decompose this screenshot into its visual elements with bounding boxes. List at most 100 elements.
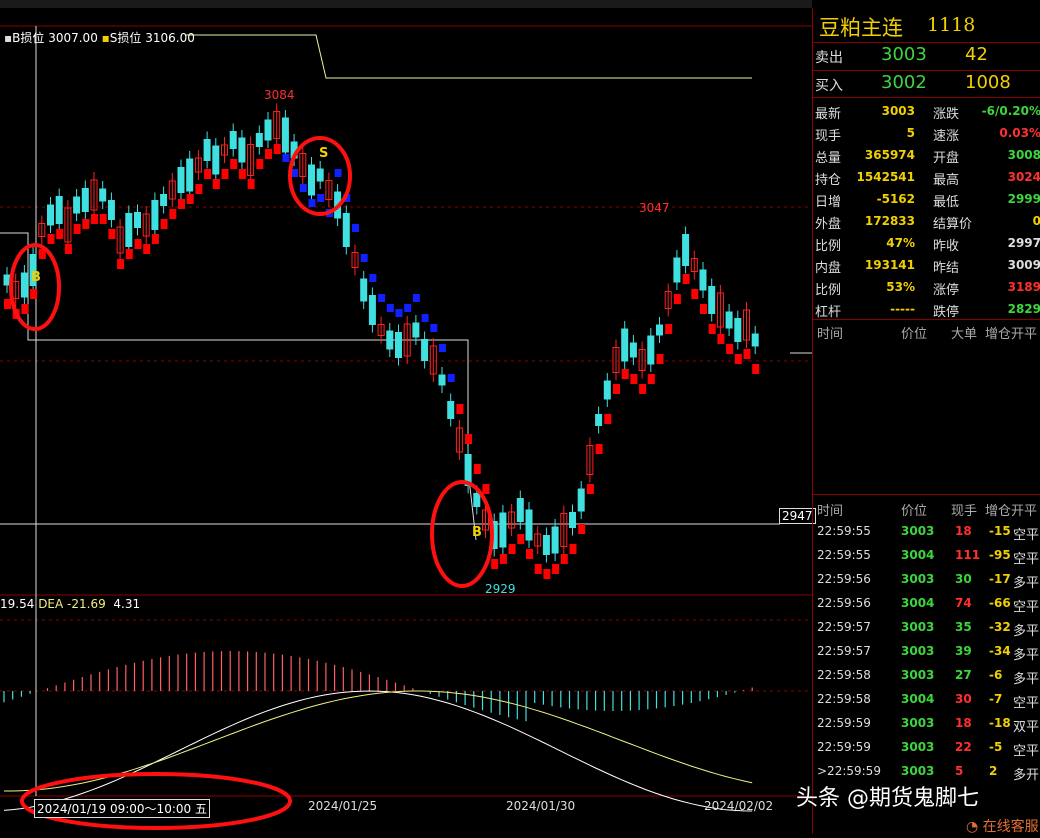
tick-row[interactable]: 22:59:55 3004 111 -95 空平 [813,544,1040,568]
candle-body [107,200,115,220]
trend-block [178,199,185,209]
trend-block [56,229,64,239]
tick-time: 22:59:56 [817,572,871,586]
tick-row[interactable]: 22:59:55 3003 18 -15 空平 [813,520,1040,544]
column-header[interactable]: 价位 [901,500,927,519]
tick-chg: 2 [989,764,998,778]
online-service-link[interactable]: ◔ 在线客服 [966,816,1039,836]
tick-vol: 30 [955,692,972,706]
tick-chg: -5 [989,740,1003,754]
trend-block [247,179,255,189]
legend-b-value: 3007.00 [48,31,98,45]
quote-panel: 豆粕主连 1118 卖出 3003 42 买入 3002 1008 最新 3003… [812,8,1040,834]
column-header[interactable]: 大单 [951,323,977,342]
quote-label: 最低 [933,195,960,210]
tick-time: 22:59:55 [817,524,871,538]
low-label: 2929 [485,582,516,596]
quote-value: 3189 [1007,280,1040,294]
big-order-header: 时间 价位 大单 增仓 开平 [813,321,1040,342]
quote-row: 内盘 193141 昨结 3009 [813,254,1040,276]
candle-body [395,332,402,358]
trend-block [169,209,177,219]
tick-row[interactable]: 22:59:57 3003 35 -32 多平 [813,616,1040,640]
candle-body [699,269,707,291]
panel-divider [813,97,1040,98]
trend-block [552,564,560,574]
tick-chg: -18 [989,716,1011,730]
macd-value: 4.31 [113,597,141,611]
tick-vol: 39 [955,644,972,658]
candle-body [186,158,194,192]
quote-label: 昨收 [933,239,960,254]
column-header[interactable]: 开平 [1011,500,1037,519]
legend-s-value: 3106.00 [145,31,195,45]
trend-block [195,184,203,194]
legend-b-stop: ▪B损位 3007.00 ▪S损位 3106.00 [4,29,195,46]
candle-body [99,188,107,202]
trend-block [82,219,90,229]
column-header[interactable]: 增仓 [985,500,1011,519]
tick-vol: 5 [955,764,964,778]
tick-type: 空平 [1013,744,1040,759]
trend-block [482,484,490,494]
macd-dif-line [3,690,753,812]
tick-type: 空平 [1013,552,1040,567]
candle-body [360,278,368,302]
kline-chart[interactable]: ▪B损位 3007.00 ▪S损位 3106.00 3084 3047 2929… [0,0,816,834]
trend-block [508,544,516,554]
tick-price: 3004 [901,692,935,706]
quote-value: 47% [886,236,915,250]
candle-body [342,213,350,247]
quote-value: 3008 [1007,148,1040,162]
candle-body [177,167,185,193]
trend-block [656,354,664,364]
tick-type: 空平 [1013,528,1040,543]
tick-vol: 111 [955,548,981,562]
column-header[interactable]: 时间 [817,323,843,342]
tick-row[interactable]: 22:59:58 3003 27 -6 多平 [813,664,1040,688]
tick-vol: 35 [955,620,972,634]
trend-block [230,159,238,169]
trend-block [282,154,290,162]
quote-value: 172833 [864,214,915,228]
candle-body [734,318,742,342]
candle-body [682,234,690,266]
column-header[interactable]: 价位 [901,323,927,342]
quote-value: 3009 [1007,258,1040,272]
tick-row[interactable]: 22:59:57 3003 39 -34 多平 [813,640,1040,664]
column-header[interactable]: 开平 [1011,323,1037,342]
trend-block [621,369,629,379]
trend-block [160,219,168,229]
candle-body [473,493,481,507]
candle-body [629,342,637,358]
trend-block [673,294,681,304]
tick-price: 3003 [901,572,935,586]
trend-block [99,214,107,224]
kline-svg[interactable] [0,0,812,834]
tick-chg: -32 [989,620,1011,634]
price-marker: 2947 [779,508,816,524]
tick-row[interactable]: 22:59:56 3004 74 -66 空平 [813,592,1040,616]
quote-row: 外盘 172833 结算价 0 [813,210,1040,232]
candle-body [160,194,168,206]
tick-row[interactable]: 22:59:56 3003 30 -17 多平 [813,568,1040,592]
tick-row[interactable]: 22:59:58 3004 30 -7 空平 [813,688,1040,712]
column-header[interactable]: 增仓 [985,323,1011,342]
tick-row[interactable]: 22:59:59 3003 22 -5 空平 [813,736,1040,760]
tick-vol: 30 [955,572,972,586]
quote-row: 比例 53% 涨停 3189 [813,276,1040,298]
signal-b2: B [472,525,482,540]
legend-b-icon: ▪ [4,31,13,45]
top-strip [0,0,812,8]
panel-divider [813,70,1040,71]
tick-price: 3003 [901,716,935,730]
trend-block [456,404,464,414]
trend-block [369,274,377,282]
trend-block [491,559,499,569]
tick-row[interactable]: 22:59:59 3003 18 -18 双平 [813,712,1040,736]
trend-block [308,199,316,207]
macd-legend: 19.54 DEA -21.69 4.31 [0,597,140,611]
column-header[interactable]: 时间 [817,500,843,519]
quote-label: 结算价 [933,217,973,232]
column-header[interactable]: 现手 [951,500,977,519]
